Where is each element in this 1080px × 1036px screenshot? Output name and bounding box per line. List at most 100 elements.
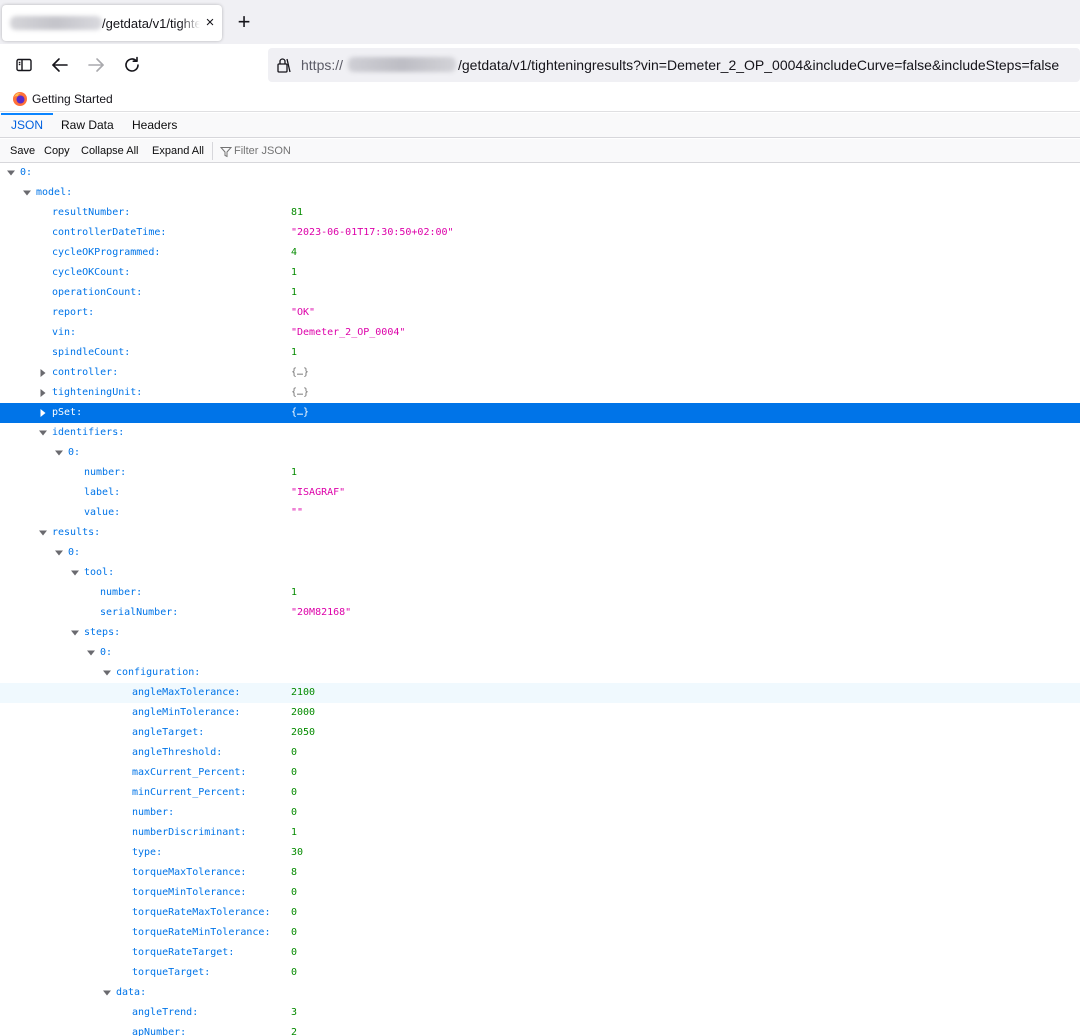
expand-arrow-down-icon[interactable]	[6, 163, 16, 183]
json-key: identifiers:	[52, 427, 125, 438]
json-key: torqueMinTolerance:	[132, 887, 247, 898]
new-tab-button[interactable]: +	[232, 10, 256, 34]
json-key: results:	[52, 527, 101, 538]
json-row[interactable]: 0:	[0, 163, 1080, 183]
json-row[interactable]: label: "ISAGRAF"	[0, 483, 1080, 503]
expand-arrow-down-icon[interactable]	[102, 983, 112, 1003]
json-row[interactable]: tighteningUnit: {…}	[0, 383, 1080, 403]
json-row[interactable]: torqueTarget: 0	[0, 963, 1080, 983]
json-row[interactable]: tool:	[0, 563, 1080, 583]
json-row[interactable]: number: 1	[0, 583, 1080, 603]
collapse-all-button[interactable]: Collapse All	[81, 139, 138, 163]
json-row[interactable]: maxCurrent_Percent: 0	[0, 763, 1080, 783]
filter-json-input[interactable]	[234, 141, 534, 161]
json-row[interactable]: identifiers:	[0, 423, 1080, 443]
json-row[interactable]: results:	[0, 523, 1080, 543]
url-scheme: https://	[301, 57, 344, 73]
expand-arrow-down-icon[interactable]	[38, 423, 48, 443]
json-key: cycleOKCount:	[52, 267, 131, 278]
expand-arrow-down-icon[interactable]	[86, 643, 96, 663]
json-value: "Demeter_2_OP_0004"	[291, 327, 406, 338]
json-row[interactable]: model:	[0, 183, 1080, 203]
browser-tab[interactable]: /getdata/v1/tighteningresults ×	[2, 5, 222, 41]
tab-headers[interactable]: Headers	[122, 113, 187, 138]
json-row[interactable]: angleThreshold: 0	[0, 743, 1080, 763]
json-row[interactable]: angleMinTolerance: 2000	[0, 703, 1080, 723]
json-value: 30	[291, 847, 304, 858]
json-row[interactable]: steps:	[0, 623, 1080, 643]
json-row[interactable]: configuration:	[0, 663, 1080, 683]
json-key: angleMaxTolerance:	[132, 687, 241, 698]
expand-arrow-down-icon[interactable]	[54, 443, 64, 463]
tab-json[interactable]: JSON	[1, 113, 54, 138]
expand-arrow-right-icon[interactable]	[38, 383, 48, 403]
json-row[interactable]: pSet: {…}	[0, 403, 1080, 423]
lock-icon[interactable]	[273, 56, 293, 74]
json-value: 0	[291, 767, 298, 778]
expand-arrow-down-icon[interactable]	[38, 523, 48, 543]
nav-bar: https:// /getdata/v1/tighteningresults?v…	[0, 44, 1080, 86]
url-path: /getdata/v1/tighteningresults?vin=Demete…	[458, 57, 1060, 73]
json-row[interactable]: number: 1	[0, 463, 1080, 483]
json-row[interactable]: serialNumber: "20M82168"	[0, 603, 1080, 623]
forward-icon[interactable]	[84, 53, 108, 77]
json-row[interactable]: report: "OK"	[0, 303, 1080, 323]
expand-arrow-right-icon[interactable]	[38, 403, 48, 423]
tab-raw-data[interactable]: Raw Data	[51, 113, 124, 138]
expand-arrow-right-icon[interactable]	[38, 363, 48, 383]
tab-strip: /getdata/v1/tighteningresults × +	[0, 0, 1080, 44]
json-key: tool:	[84, 567, 115, 578]
json-key: steps:	[84, 627, 121, 638]
address-bar[interactable]: https:// /getdata/v1/tighteningresults?v…	[268, 48, 1080, 82]
json-row[interactable]: controllerDateTime: "2023-06-01T17:30:50+…	[0, 223, 1080, 243]
json-row[interactable]: cycleOKCount: 1	[0, 263, 1080, 283]
json-row[interactable]: spindleCount: 1	[0, 343, 1080, 363]
expand-arrow-down-icon[interactable]	[102, 663, 112, 683]
back-icon[interactable]	[48, 53, 72, 77]
json-value: 3	[291, 1007, 298, 1018]
expand-arrow-down-icon[interactable]	[70, 563, 80, 583]
expand-arrow-down-icon[interactable]	[22, 183, 32, 203]
json-value: 1	[291, 267, 298, 278]
json-value: 1	[291, 827, 298, 838]
tab-close-button[interactable]: ×	[201, 13, 219, 33]
save-button[interactable]: Save	[10, 139, 35, 163]
json-row[interactable]: cycleOKProgrammed: 4	[0, 243, 1080, 263]
sidebar-icon[interactable]	[12, 53, 36, 77]
json-row[interactable]: 0:	[0, 643, 1080, 663]
json-row[interactable]: apNumber: 2	[0, 1023, 1080, 1036]
json-key: type:	[132, 847, 163, 858]
json-row[interactable]: type: 30	[0, 843, 1080, 863]
json-row[interactable]: number: 0	[0, 803, 1080, 823]
json-key: value:	[84, 507, 121, 518]
json-value: 8	[291, 867, 298, 878]
json-row[interactable]: 0:	[0, 543, 1080, 563]
json-row[interactable]: numberDiscriminant: 1	[0, 823, 1080, 843]
json-row[interactable]: angleTarget: 2050	[0, 723, 1080, 743]
json-key: angleMinTolerance:	[132, 707, 241, 718]
expand-arrow-down-icon[interactable]	[54, 543, 64, 563]
json-row[interactable]: 0:	[0, 443, 1080, 463]
json-row[interactable]: angleMaxTolerance: 2100	[0, 683, 1080, 703]
json-row[interactable]: torqueRateMinTolerance: 0	[0, 923, 1080, 943]
reload-icon[interactable]	[120, 53, 144, 77]
json-row[interactable]: data:	[0, 983, 1080, 1003]
copy-button[interactable]: Copy	[44, 139, 70, 163]
json-row[interactable]: operationCount: 1	[0, 283, 1080, 303]
json-value: {…}	[291, 387, 310, 398]
json-row[interactable]: controller: {…}	[0, 363, 1080, 383]
json-row[interactable]: minCurrent_Percent: 0	[0, 783, 1080, 803]
json-row[interactable]: torqueRateTarget: 0	[0, 943, 1080, 963]
expand-all-button[interactable]: Expand All	[152, 139, 204, 163]
json-key: apNumber:	[132, 1027, 187, 1036]
json-row[interactable]: angleTrend: 3	[0, 1003, 1080, 1023]
json-row[interactable]: torqueMinTolerance: 0	[0, 883, 1080, 903]
expand-arrow-down-icon[interactable]	[70, 623, 80, 643]
json-row[interactable]: vin: "Demeter_2_OP_0004"	[0, 323, 1080, 343]
json-row[interactable]: torqueMaxTolerance: 8	[0, 863, 1080, 883]
json-key: angleTrend:	[132, 1007, 199, 1018]
json-row[interactable]: resultNumber: 81	[0, 203, 1080, 223]
json-row[interactable]: torqueRateMaxTolerance: 0	[0, 903, 1080, 923]
json-row[interactable]: value: ""	[0, 503, 1080, 523]
json-key: report:	[52, 307, 95, 318]
